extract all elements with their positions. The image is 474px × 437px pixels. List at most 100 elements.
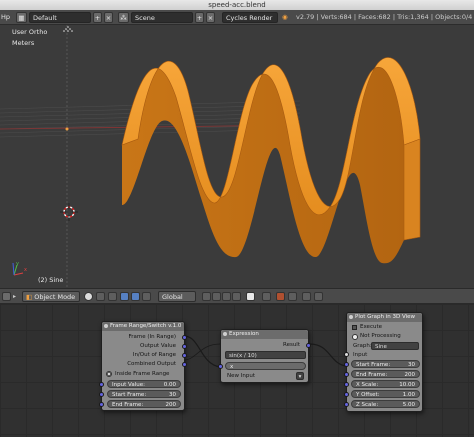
viewport-scene [0,25,421,288]
inside-frame-range-toggle[interactable] [106,371,112,377]
y-offset-value: 1.00 [402,392,415,398]
inside-frame-range-label: Inside Frame Range [115,371,170,377]
translate-manipulator-icon[interactable] [120,292,129,301]
remove-layout-button[interactable]: × [104,12,113,23]
layer-button-1[interactable] [202,292,211,301]
transform-orientation-select[interactable]: Global [158,291,196,302]
socket-out-combined[interactable] [182,362,187,367]
opengl-render-icon[interactable] [314,292,323,301]
socket-in-x[interactable] [218,364,223,369]
socket-in-y-offset[interactable] [344,392,349,397]
mode-select[interactable]: ◧ Object Mode [22,291,80,302]
node-editor[interactable]: Frame Range/Switch v.1.0 Frame (In Range… [0,304,474,437]
3d-viewport[interactable]: User Ortho Meters x y (2) Sine [0,25,474,288]
socket-in-start[interactable] [99,392,104,397]
screen-layout-icon[interactable]: ▦ [16,12,27,23]
plot-end-frame-label: End Frame: [356,372,388,378]
layer-button-2[interactable] [212,292,221,301]
manipulator-toggle-icon[interactable] [108,292,117,301]
end-frame-label: End Frame: [112,402,144,408]
axis-y-label: y [16,261,19,267]
socket-out-value[interactable] [182,344,187,349]
graph-select[interactable]: Sine [371,342,419,350]
scene-stats: v2.79 | Verts:684 | Faces:682 | Tris:1,3… [296,13,473,21]
axis-x-label: x [24,267,27,273]
scale-manipulator-icon[interactable] [142,292,151,301]
frame-range-node-title[interactable]: Frame Range/Switch v.1.0 [102,322,184,331]
view-name: User Ortho [12,28,48,36]
add-scene-button[interactable]: + [195,12,204,23]
plot-start-frame-field[interactable]: Start Frame: 30 [351,360,420,368]
add-layout-button[interactable]: + [93,12,102,23]
layer-button-3[interactable] [222,292,231,301]
z-scale-field[interactable]: Z Scale: 5.00 [351,400,420,408]
layer-button-4[interactable] [232,292,241,301]
socket-out-frame[interactable] [182,335,187,340]
expression-node-title[interactable]: Expression [221,330,308,339]
execute-button[interactable]: Execute [360,323,382,331]
plot-graph-node[interactable]: Plot Graph in 3D View Execute Not Proces… [344,312,423,412]
help-menu[interactable]: Hp [1,12,10,23]
execute-icon [352,325,357,330]
output-in-out-range: In/Out of Range [132,352,176,358]
layer-lock-icon[interactable] [246,292,255,301]
z-scale-label: Z Scale: [356,402,379,408]
sine-ribbon-endcap [403,138,421,241]
input-label: Input [353,352,368,358]
render-preview-icon[interactable] [302,292,311,301]
render-engine-select[interactable]: Cycles Render [222,12,278,23]
y-offset-field[interactable]: Y Offset: 1.00 [351,390,420,398]
end-frame-field[interactable]: End Frame: 200 [107,400,181,408]
scene-icon[interactable]: ⁂ [118,12,129,23]
var-x-label: x [230,364,234,370]
viewport-shading-icon[interactable] [84,292,93,301]
x-scale-field[interactable]: X Scale: 10.00 [351,380,420,388]
output-combined: Combined Output [127,361,176,367]
start-frame-value: 30 [169,392,176,398]
snap-element-icon[interactable] [288,292,297,301]
expression-input[interactable]: sin(x / 10) [225,351,306,359]
mode-select-label: Object Mode [34,293,76,301]
info-header: Hp ▦ Default + × ⁂ Scene + × Cycles Rend… [0,10,474,25]
plot-end-frame-value: 200 [404,372,416,378]
x-scale-label: X Scale: [356,382,379,388]
processing-toggle[interactable] [352,334,358,340]
socket-out-inout[interactable] [182,353,187,358]
input-value-label: Input Value: [112,382,145,388]
socket-in-end[interactable] [99,402,104,407]
output-frame-in-range: Frame (In Range) [128,334,176,340]
menu-collapse-icon[interactable]: ▸ [13,292,19,301]
socket-in-plot-start[interactable] [344,362,349,367]
editor-type-icon[interactable] [2,292,11,301]
socket-in-input[interactable] [344,352,349,357]
proportional-edit-icon[interactable] [262,292,271,301]
window-title: speed-acc.blend [208,1,266,9]
expression-node[interactable]: Expression Result sin(x / 10) x New Inpu… [218,329,311,383]
3d-cursor [60,203,78,221]
plot-start-frame-value: 30 [408,362,415,368]
socket-in-z-scale[interactable] [344,402,349,407]
rotate-manipulator-icon[interactable] [131,292,140,301]
new-input-dropdown-icon[interactable]: ▾ [296,372,304,380]
input-value-field[interactable]: Input Value: 0.00 [107,380,181,388]
3d-view-header: ▸ ◧ Object Mode Global [0,288,474,304]
socket-in-value[interactable] [99,382,104,387]
socket-in-plot-end[interactable] [344,372,349,377]
camera-marker [63,26,73,32]
scene-select[interactable]: Scene [131,12,193,23]
frame-range-node[interactable]: Frame Range/Switch v.1.0 Frame (In Range… [99,321,187,411]
var-x-field[interactable]: x [225,362,306,370]
snap-magnet-icon[interactable] [276,292,285,301]
socket-out-result[interactable] [306,343,311,348]
socket-in-x-scale[interactable] [344,382,349,387]
start-frame-field[interactable]: Start Frame: 30 [107,390,181,398]
plot-graph-node-title[interactable]: Plot Graph in 3D View [347,313,422,322]
plot-end-frame-field[interactable]: End Frame: 200 [351,370,420,378]
screen-layout-select[interactable]: Default [29,12,91,23]
x-scale-value: 10.00 [399,382,415,388]
z-scale-value: 5.00 [402,402,415,408]
start-frame-label: Start Frame: [112,392,147,398]
graph-label: Graph: [353,343,372,349]
pivot-point-icon[interactable] [96,292,105,301]
remove-scene-button[interactable]: × [206,12,215,23]
